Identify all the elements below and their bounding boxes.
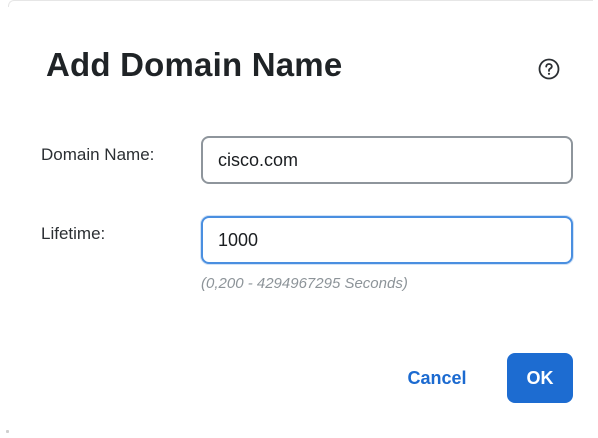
corner-mark — [6, 430, 9, 433]
domain-name-input[interactable] — [201, 136, 573, 184]
lifetime-input[interactable] — [201, 216, 573, 264]
help-circle-icon[interactable] — [538, 58, 560, 80]
cancel-button[interactable]: Cancel — [392, 358, 482, 398]
dialog-top-border — [8, 0, 593, 7]
ok-button[interactable]: OK — [507, 353, 573, 403]
dialog-title: Add Domain Name — [46, 46, 343, 83]
lifetime-range-hint: (0,200 - 4294967295 Seconds) — [201, 275, 408, 292]
add-domain-name-dialog: Add Domain Name Domain Name: Lifetime: (… — [0, 0, 598, 438]
lifetime-label: Lifetime: — [41, 224, 106, 243]
domain-name-label: Domain Name: — [41, 145, 155, 164]
